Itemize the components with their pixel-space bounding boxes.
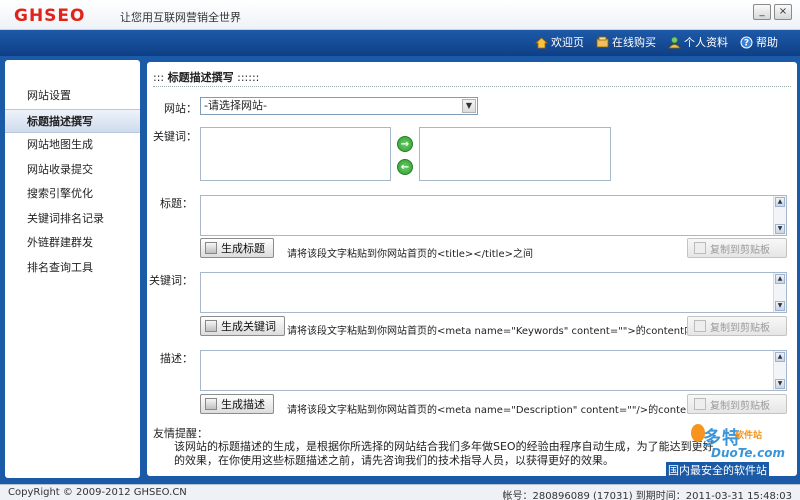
nav-help[interactable]: ? 帮助 — [740, 34, 778, 50]
keywords-field-label: 关键词： — [149, 274, 193, 287]
app-logo: GHSEO — [14, 6, 86, 26]
title-scrollbar[interactable]: ▲ ▼ — [773, 196, 786, 235]
nav-welcome[interactable]: 欢迎页 — [535, 34, 584, 50]
tip-text: 该网站的标题描述的生成，是根据你所选择的网站结合我们多年做SEO的经验由程序自动… — [174, 440, 714, 467]
home-icon — [535, 36, 548, 48]
app-slogan: 让您用互联网营销全世界 — [120, 11, 241, 24]
copy-desc-label: 复制到剪贴板 — [710, 400, 770, 412]
sidebar-item-sitemap[interactable]: 网站地图生成 — [5, 133, 140, 158]
title-suffix: :::::: — [237, 71, 260, 84]
user-icon — [668, 36, 681, 48]
scroll-up-icon[interactable]: ▲ — [775, 274, 785, 284]
watermark-slogan: 国内最安全的软件站 — [666, 462, 769, 478]
page-title: ::: 标题描述撰写 :::::: — [153, 69, 259, 85]
keywords-scrollbar[interactable]: ▲ ▼ — [773, 273, 786, 312]
generate-icon — [205, 398, 217, 410]
website-select[interactable]: -请选择网站- ▼ — [200, 97, 478, 115]
scroll-up-icon[interactable]: ▲ — [775, 197, 785, 207]
sidebar: 网站设置 标题描述撰写 网站地图生成 网站收录提交 搜索引擎优化 关键词排名记录… — [5, 60, 140, 478]
nav-help-label: 帮助 — [756, 36, 778, 49]
generate-title-button[interactable]: 生成标题 — [200, 238, 274, 258]
copy-keywords-label: 复制到剪贴板 — [710, 322, 770, 334]
tip-title: 友情提醒： — [153, 427, 208, 440]
scroll-down-icon[interactable]: ▼ — [775, 379, 785, 389]
generate-keywords-label: 生成关键词 — [221, 320, 276, 333]
watermark-domain: DuoTe.com — [711, 446, 785, 460]
watermark-tag: 软件站 — [735, 431, 763, 441]
title-text: 标题描述撰写 — [167, 71, 234, 84]
website-select-value: -请选择网站- — [204, 99, 267, 112]
generate-title-label: 生成标题 — [221, 242, 265, 255]
main-panel: ::: 标题描述撰写 :::::: 网站： -请选择网站- ▼ 关键词： → ←… — [147, 62, 797, 476]
scroll-up-icon[interactable]: ▲ — [775, 352, 785, 362]
sidebar-item-backlinks[interactable]: 外链群建群发 — [5, 231, 140, 256]
title-bar: GHSEO 让您用互联网营销全世界 _ × — [0, 0, 800, 30]
top-nav: 欢迎页 在线购买 个人资料 ? 帮助 — [535, 34, 778, 50]
sidebar-item-seo[interactable]: 搜索引擎优化 — [5, 182, 140, 207]
generate-desc-label: 生成描述 — [221, 398, 265, 411]
cart-icon — [596, 36, 609, 47]
desc-scrollbar[interactable]: ▲ ▼ — [773, 351, 786, 390]
minimize-button[interactable]: _ — [753, 4, 771, 20]
watermark-logo: 多特 软件站 DuoTe.com 国内最安全的软件站 — [666, 424, 793, 478]
keyword-selected-list[interactable] — [419, 127, 611, 181]
website-label: 网站： — [164, 102, 197, 115]
keyword-source-list[interactable] — [200, 127, 391, 181]
nav-buy[interactable]: 在线购买 — [596, 34, 656, 50]
desc-hint: 请将该段文字粘贴到你网站首页的<meta name="Description" … — [287, 405, 707, 416]
sidebar-item-submit[interactable]: 网站收录提交 — [5, 158, 140, 183]
copy-desc-button[interactable]: 复制到剪贴板 — [687, 394, 787, 414]
desc-textarea[interactable]: ▲ ▼ — [200, 350, 787, 391]
title-divider — [153, 86, 791, 87]
generate-desc-button[interactable]: 生成描述 — [200, 394, 274, 414]
keywords-hint: 请将该段文字粘贴到你网站首页的<meta name="Keywords" con… — [287, 326, 695, 337]
nav-profile[interactable]: 个人资料 — [668, 34, 728, 50]
help-icon: ? — [740, 36, 753, 48]
scroll-down-icon[interactable]: ▼ — [775, 224, 785, 234]
svg-text:?: ? — [744, 38, 749, 48]
generate-icon — [205, 320, 217, 332]
keyword-label: 关键词： — [153, 130, 197, 143]
copy-icon — [694, 398, 706, 410]
copy-title-button[interactable]: 复制到剪贴板 — [687, 238, 787, 258]
close-button[interactable]: × — [774, 4, 792, 20]
title-textarea[interactable]: ▲ ▼ — [200, 195, 787, 236]
status-bar: CopyRight © 2009-2012 GHSEO.CN 帐号：280896… — [0, 484, 800, 500]
copyright-text: CopyRight © 2009-2012 GHSEO.CN — [8, 487, 187, 498]
sidebar-item-rank-query[interactable]: 排名查询工具 — [5, 256, 140, 281]
sidebar-item-title-description[interactable]: 标题描述撰写 — [5, 108, 140, 133]
generate-icon — [205, 242, 217, 254]
window-controls: _ × — [753, 4, 792, 20]
title-prefix: ::: — [153, 71, 165, 84]
title-field-label: 标题： — [160, 197, 193, 210]
scroll-down-icon[interactable]: ▼ — [775, 301, 785, 311]
copy-title-label: 复制到剪贴板 — [710, 244, 770, 256]
nav-welcome-label: 欢迎页 — [551, 36, 584, 49]
sidebar-item-rank-record[interactable]: 关键词排名记录 — [5, 207, 140, 232]
copy-icon — [694, 242, 706, 254]
copy-keywords-button[interactable]: 复制到剪贴板 — [687, 316, 787, 336]
arrow-left-icon[interactable]: ← — [397, 159, 413, 175]
sidebar-item-site-settings[interactable]: 网站设置 — [5, 84, 140, 109]
chevron-down-icon[interactable]: ▼ — [462, 99, 476, 113]
desc-field-label: 描述： — [160, 352, 193, 365]
generate-keywords-button[interactable]: 生成关键词 — [200, 316, 285, 336]
nav-buy-label: 在线购买 — [612, 36, 656, 49]
nav-profile-label: 个人资料 — [684, 36, 728, 49]
copy-icon — [694, 320, 706, 332]
top-band: 欢迎页 在线购买 个人资料 ? 帮助 — [0, 30, 800, 56]
keywords-textarea[interactable]: ▲ ▼ — [200, 272, 787, 313]
account-info: 帐号：280896089 (17031) 到期时间：2011-03-31 15:… — [502, 491, 792, 500]
title-hint: 请将该段文字粘贴到你网站首页的<title></title>之间 — [287, 249, 533, 260]
arrow-right-icon[interactable]: → — [397, 136, 413, 152]
